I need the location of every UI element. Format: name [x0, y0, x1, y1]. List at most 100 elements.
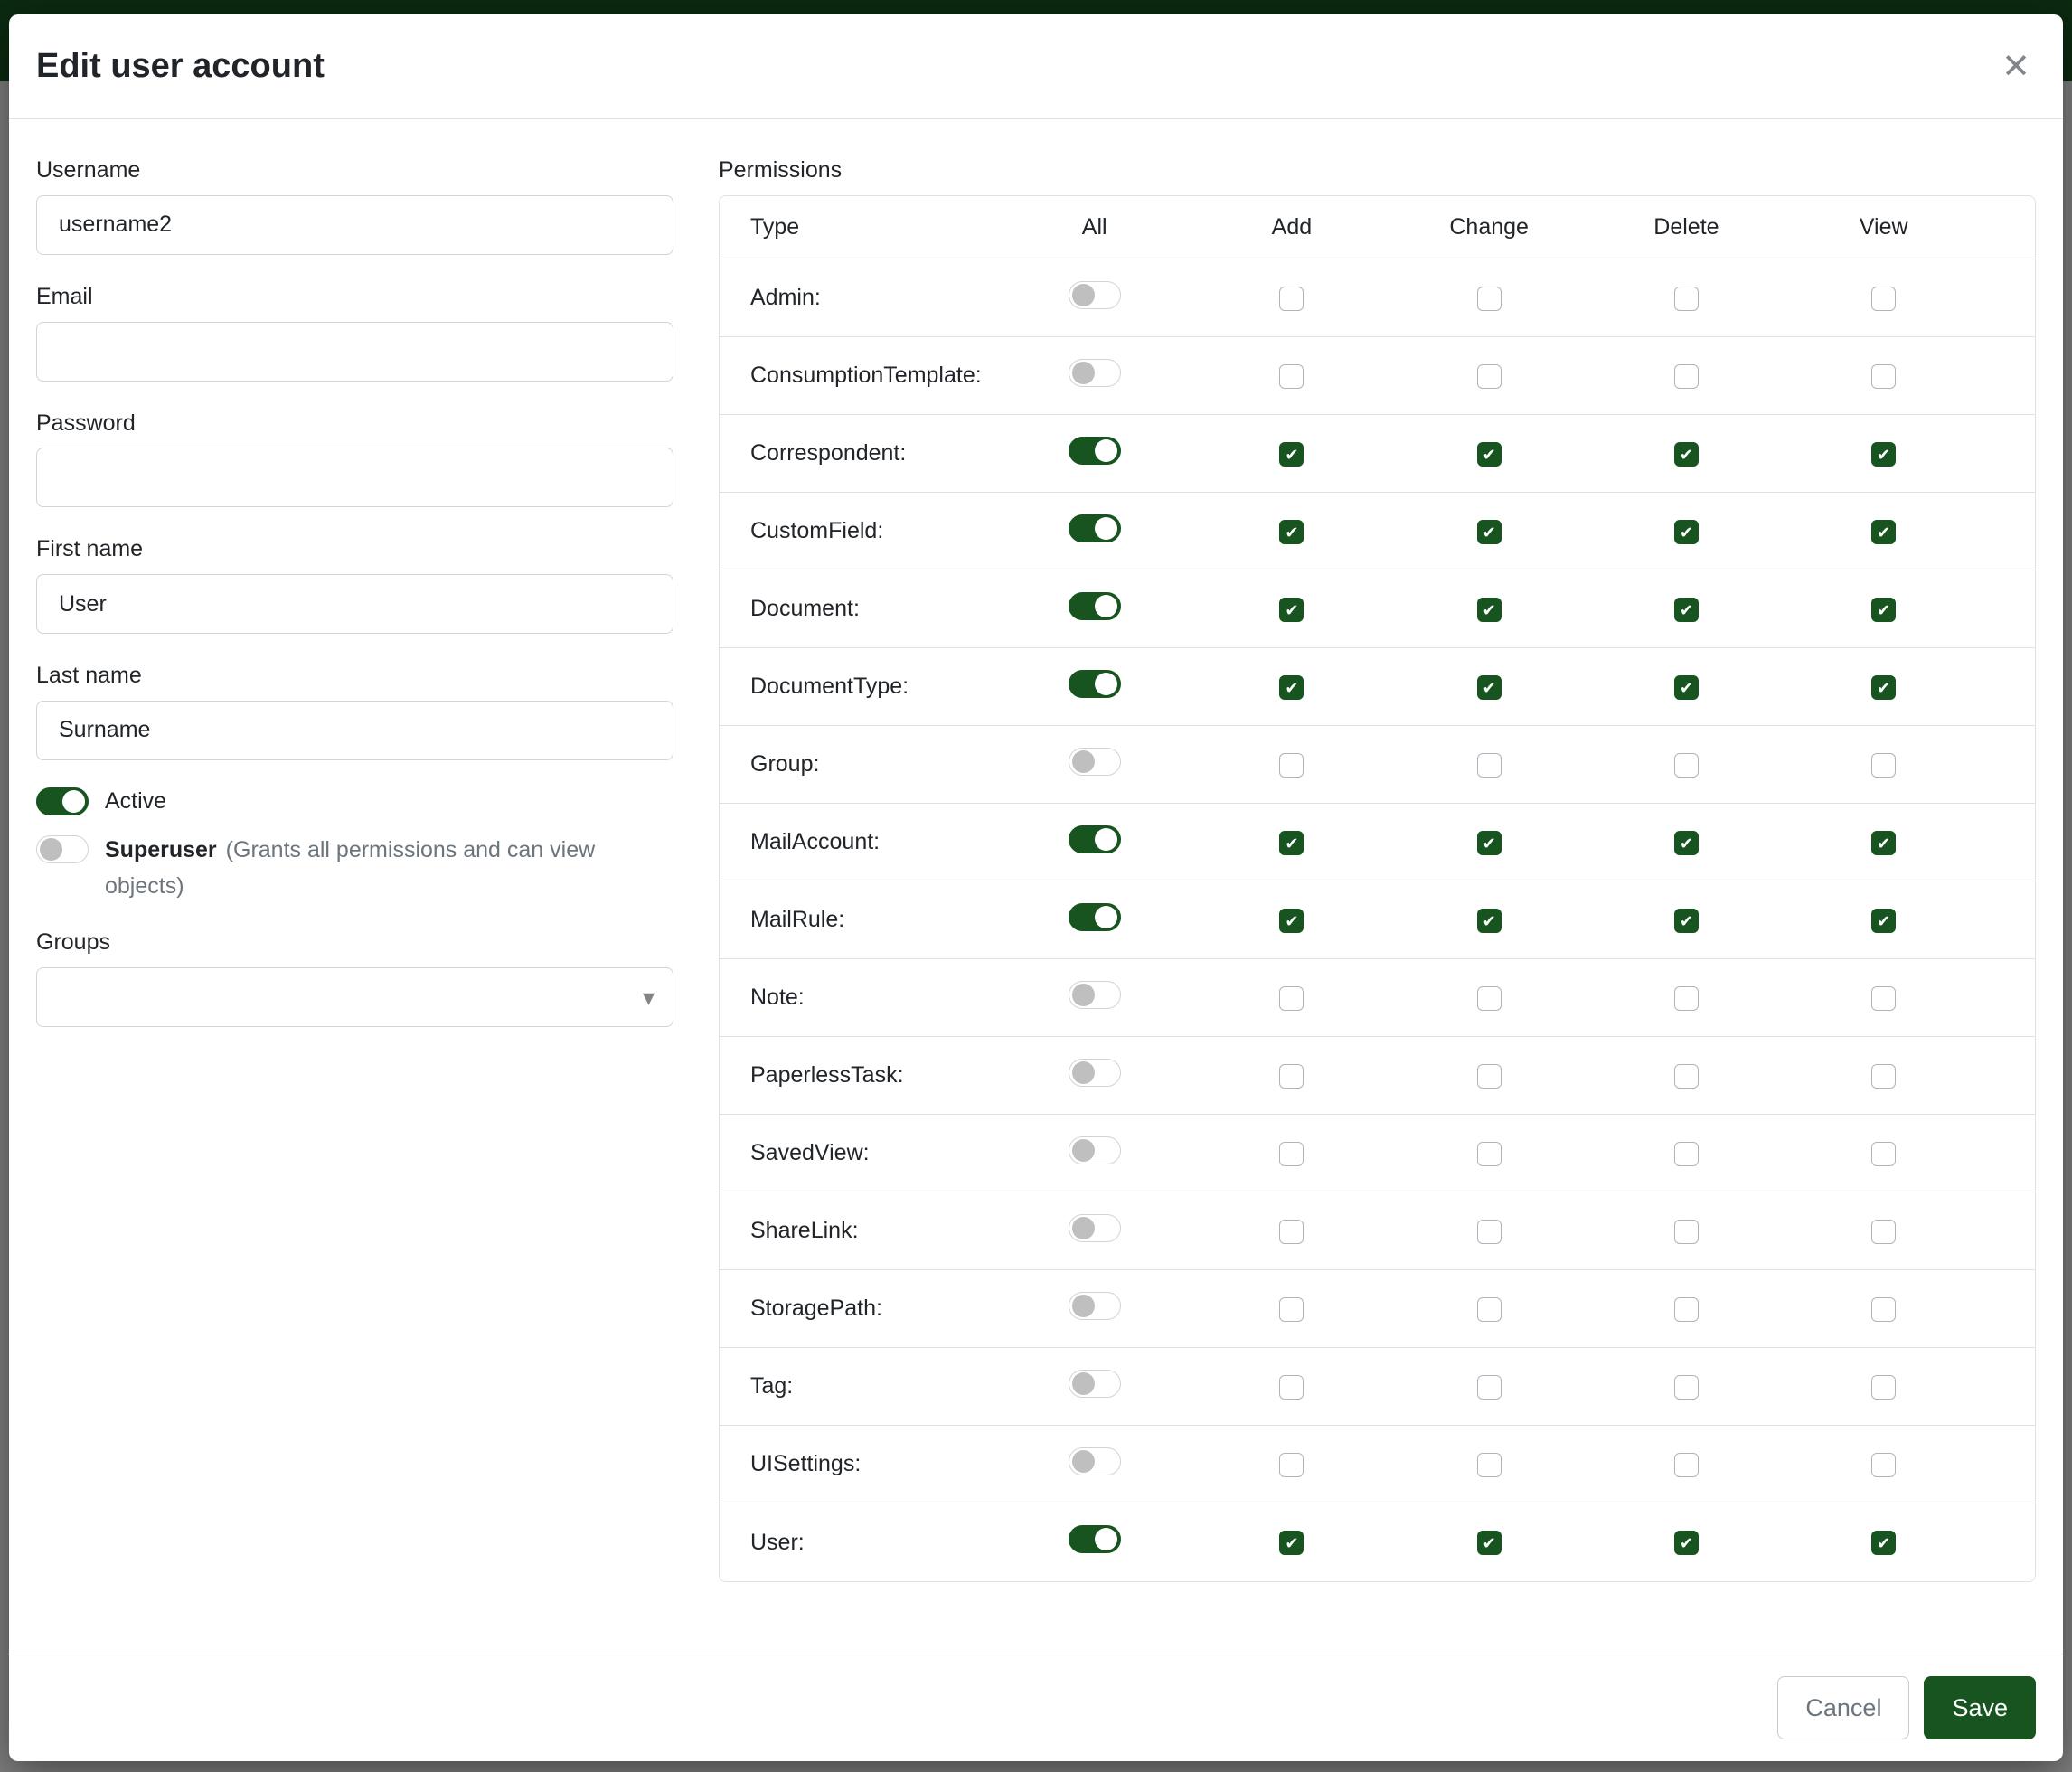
permission-change-checkbox[interactable]: ✔: [1477, 598, 1502, 622]
permission-all-toggle[interactable]: [1069, 1136, 1121, 1164]
permission-change-checkbox[interactable]: ✔: [1477, 675, 1502, 700]
permission-delete-checkbox[interactable]: [1674, 753, 1699, 778]
permission-all-toggle[interactable]: [1069, 1059, 1121, 1087]
permission-change-checkbox[interactable]: [1477, 986, 1502, 1011]
permission-delete-checkbox[interactable]: ✔: [1674, 442, 1699, 467]
permission-add-checkbox[interactable]: ✔: [1279, 598, 1304, 622]
permission-all-toggle[interactable]: [1069, 437, 1121, 465]
permission-all-toggle[interactable]: [1069, 1525, 1121, 1553]
permission-all-toggle[interactable]: [1069, 592, 1121, 620]
permission-view-checkbox[interactable]: [1871, 287, 1896, 311]
permission-all-toggle[interactable]: [1069, 825, 1121, 853]
permission-view-checkbox[interactable]: ✔: [1871, 442, 1896, 467]
last-name-input[interactable]: [36, 701, 673, 760]
superuser-toggle[interactable]: [36, 835, 89, 863]
save-button[interactable]: Save: [1924, 1676, 2036, 1739]
permission-change-checkbox[interactable]: ✔: [1477, 520, 1502, 544]
permission-change-checkbox[interactable]: [1477, 1220, 1502, 1244]
permission-view-checkbox[interactable]: [1871, 1142, 1896, 1166]
permission-row: Admin:: [720, 259, 2035, 337]
permission-all-toggle[interactable]: [1069, 359, 1121, 387]
permission-view-checkbox[interactable]: [1871, 1453, 1896, 1477]
permission-add-checkbox[interactable]: ✔: [1279, 909, 1304, 933]
email-field[interactable]: [36, 322, 673, 382]
permission-delete-checkbox[interactable]: ✔: [1674, 831, 1699, 855]
permission-view-checkbox[interactable]: [1871, 986, 1896, 1011]
username-input[interactable]: [36, 195, 673, 255]
permission-all-toggle[interactable]: [1069, 1370, 1121, 1398]
permission-row: Note:: [720, 959, 2035, 1037]
permission-view-checkbox[interactable]: [1871, 1220, 1896, 1244]
permission-add-checkbox[interactable]: [1279, 753, 1304, 778]
permission-all-toggle[interactable]: [1069, 514, 1121, 542]
permission-delete-checkbox[interactable]: [1674, 986, 1699, 1011]
permission-change-checkbox[interactable]: ✔: [1477, 1531, 1502, 1555]
permission-delete-checkbox[interactable]: [1674, 364, 1699, 389]
permission-view-checkbox[interactable]: [1871, 364, 1896, 389]
permission-all-toggle[interactable]: [1069, 1292, 1121, 1320]
permission-view-checkbox[interactable]: [1871, 1375, 1896, 1400]
permission-delete-checkbox[interactable]: [1674, 287, 1699, 311]
permission-delete-checkbox[interactable]: ✔: [1674, 1531, 1699, 1555]
cancel-button[interactable]: Cancel: [1777, 1676, 1909, 1739]
permission-add-checkbox[interactable]: [1279, 1375, 1304, 1400]
permission-add-checkbox[interactable]: [1279, 1297, 1304, 1322]
permission-add-checkbox[interactable]: [1279, 1220, 1304, 1244]
permission-change-checkbox[interactable]: [1477, 287, 1502, 311]
permission-view-checkbox[interactable]: [1871, 1297, 1896, 1322]
permission-all-toggle[interactable]: [1069, 981, 1121, 1009]
permission-view-checkbox[interactable]: ✔: [1871, 831, 1896, 855]
permission-all-toggle[interactable]: [1069, 748, 1121, 776]
permission-all-toggle[interactable]: [1069, 1447, 1121, 1475]
permission-change-checkbox[interactable]: [1477, 753, 1502, 778]
check-icon: ✔: [1483, 913, 1496, 929]
permission-change-checkbox[interactable]: ✔: [1477, 909, 1502, 933]
permission-add-checkbox[interactable]: [1279, 1064, 1304, 1089]
permission-delete-checkbox[interactable]: [1674, 1142, 1699, 1166]
permission-add-checkbox[interactable]: [1279, 1453, 1304, 1477]
permission-add-checkbox[interactable]: ✔: [1279, 442, 1304, 467]
permission-delete-checkbox[interactable]: ✔: [1674, 520, 1699, 544]
close-icon[interactable]: ✕: [2001, 50, 2030, 84]
permission-delete-checkbox[interactable]: [1674, 1453, 1699, 1477]
first-name-input[interactable]: [36, 574, 673, 634]
permission-change-checkbox[interactable]: [1477, 1297, 1502, 1322]
permission-view-checkbox[interactable]: ✔: [1871, 598, 1896, 622]
active-toggle[interactable]: [36, 787, 89, 815]
permission-delete-checkbox[interactable]: [1674, 1375, 1699, 1400]
permission-add-checkbox[interactable]: ✔: [1279, 520, 1304, 544]
permission-add-checkbox[interactable]: ✔: [1279, 831, 1304, 855]
permission-view-checkbox[interactable]: ✔: [1871, 1531, 1896, 1555]
toggle-knob: [1095, 517, 1117, 540]
password-field[interactable]: [36, 448, 673, 507]
permission-change-checkbox[interactable]: [1477, 1375, 1502, 1400]
permission-change-checkbox[interactable]: ✔: [1477, 442, 1502, 467]
permission-add-checkbox[interactable]: ✔: [1279, 675, 1304, 700]
permission-add-checkbox[interactable]: [1279, 287, 1304, 311]
permission-add-checkbox[interactable]: [1279, 1142, 1304, 1166]
permission-view-checkbox[interactable]: ✔: [1871, 909, 1896, 933]
permission-all-toggle[interactable]: [1069, 903, 1121, 931]
permission-delete-checkbox[interactable]: ✔: [1674, 909, 1699, 933]
groups-select[interactable]: ▾: [36, 967, 673, 1027]
permission-view-checkbox[interactable]: ✔: [1871, 520, 1896, 544]
permission-add-checkbox[interactable]: [1279, 986, 1304, 1011]
permission-change-checkbox[interactable]: ✔: [1477, 831, 1502, 855]
permission-view-checkbox[interactable]: [1871, 1064, 1896, 1089]
permission-all-toggle[interactable]: [1069, 670, 1121, 698]
permission-view-checkbox[interactable]: [1871, 753, 1896, 778]
permission-view-checkbox[interactable]: ✔: [1871, 675, 1896, 700]
permission-delete-checkbox[interactable]: [1674, 1220, 1699, 1244]
permission-add-checkbox[interactable]: ✔: [1279, 1531, 1304, 1555]
permission-all-toggle[interactable]: [1069, 1214, 1121, 1242]
permission-add-checkbox[interactable]: [1279, 364, 1304, 389]
permission-change-checkbox[interactable]: [1477, 1064, 1502, 1089]
permission-change-checkbox[interactable]: [1477, 1453, 1502, 1477]
permission-delete-checkbox[interactable]: [1674, 1297, 1699, 1322]
permission-delete-checkbox[interactable]: ✔: [1674, 675, 1699, 700]
permission-delete-checkbox[interactable]: [1674, 1064, 1699, 1089]
permission-change-checkbox[interactable]: [1477, 364, 1502, 389]
permission-delete-checkbox[interactable]: ✔: [1674, 598, 1699, 622]
permission-change-checkbox[interactable]: [1477, 1142, 1502, 1166]
permission-all-toggle[interactable]: [1069, 281, 1121, 309]
